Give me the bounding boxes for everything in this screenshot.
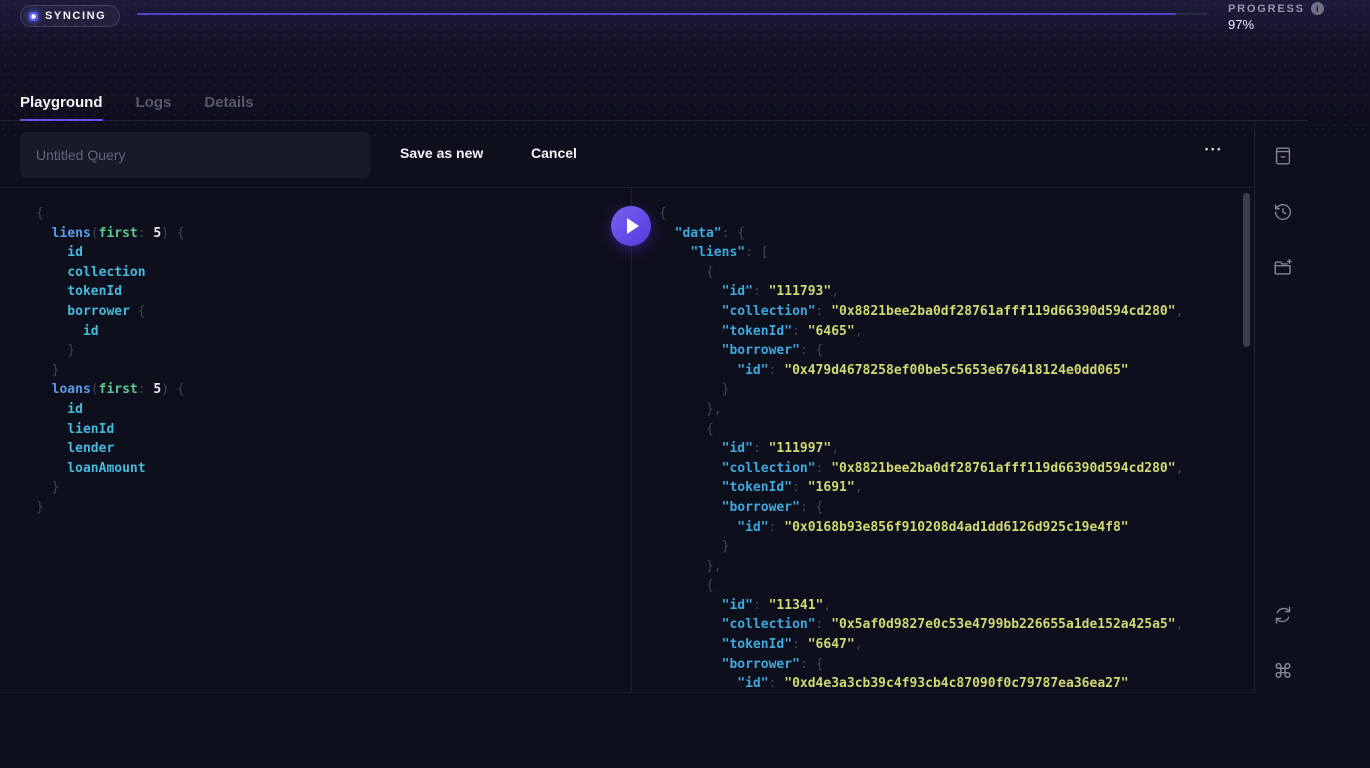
sync-status-dot-icon (29, 12, 38, 21)
code-line: "collection": "0x8821bee2ba0df28761afff1… (659, 302, 1183, 322)
play-icon (627, 218, 639, 234)
result-scrollbar[interactable] (1243, 193, 1250, 347)
progress-indicator: PROGRESS i 97% (1228, 2, 1324, 32)
query-name-input[interactable] (20, 132, 370, 178)
sync-progress-bar (137, 13, 1208, 15)
query-history-icon[interactable] (1271, 200, 1295, 224)
playground-screen: SYNCING PROGRESS i 97% Playground Logs D… (0, 0, 1370, 768)
code-line: "borrower": { (659, 498, 1183, 518)
code-line: }, (659, 400, 1183, 420)
code-line: id (36, 243, 185, 263)
code-line: "liens": [ (659, 243, 1183, 263)
code-line: "id": "0x479d4678258ef00be5c5653e6764181… (659, 361, 1183, 381)
playground-content: { liens(first: 5) { id collection tokenI… (0, 188, 1255, 693)
side-icon-rail: ⌘ (1255, 122, 1370, 693)
code-line: "tokenId": "6465", (659, 322, 1183, 342)
tab-playground[interactable]: Playground (20, 94, 103, 121)
code-line: "borrower": { (659, 341, 1183, 361)
code-line: { (659, 263, 1183, 283)
result-viewer-code[interactable]: { "data": { "liens": [ { "id": "111793",… (659, 204, 1183, 694)
code-line: "tokenId": "6647", (659, 635, 1183, 655)
code-line: id (36, 322, 185, 342)
keyboard-shortcuts-icon[interactable]: ⌘ (1271, 659, 1295, 683)
code-line: liens(first: 5) { (36, 224, 185, 244)
code-line: tokenId (36, 282, 185, 302)
code-line: } (659, 537, 1183, 557)
code-line: id (36, 400, 185, 420)
progress-value: 97% (1228, 17, 1324, 32)
code-line: lender (36, 439, 185, 459)
code-line: { (36, 204, 185, 224)
code-line: "id": "111793", (659, 282, 1183, 302)
code-line: } (36, 361, 185, 381)
refresh-icon[interactable] (1271, 603, 1295, 627)
info-icon[interactable]: i (1311, 2, 1324, 15)
code-line: "collection": "0x5af0d9827e0c53e4799bb22… (659, 615, 1183, 635)
code-line: "borrower": { (659, 655, 1183, 675)
code-line: { (659, 204, 1183, 224)
save-as-new-button[interactable]: Save as new (400, 145, 483, 161)
code-line: "collection": "0x8821bee2ba0df28761afff1… (659, 459, 1183, 479)
progress-label: PROGRESS (1228, 3, 1305, 15)
code-line: "id": "111997", (659, 439, 1183, 459)
code-line: borrower { (36, 302, 185, 322)
more-options-icon[interactable]: ••• (1205, 144, 1223, 154)
tab-bar: Playground Logs Details (0, 94, 1308, 121)
tab-logs[interactable]: Logs (136, 94, 172, 120)
code-line: } (36, 478, 185, 498)
code-line: }, (659, 557, 1183, 577)
pane-divider (631, 188, 632, 692)
run-query-button[interactable] (611, 206, 651, 246)
code-line: } (36, 341, 185, 361)
code-line: collection (36, 263, 185, 283)
sync-progress-fill (137, 13, 1176, 15)
sync-status-label: SYNCING (45, 10, 106, 22)
code-line: "id": "0x0168b93e856f910208d4ad1dd6126d9… (659, 518, 1183, 538)
code-line: } (659, 380, 1183, 400)
code-line: } (36, 498, 185, 518)
cancel-button[interactable]: Cancel (531, 145, 577, 161)
code-line: "tokenId": "1691", (659, 478, 1183, 498)
code-line: loans(first: 5) { (36, 380, 185, 400)
code-line: "data": { (659, 224, 1183, 244)
code-line: "id": "11341", (659, 596, 1183, 616)
new-folder-icon[interactable] (1271, 256, 1295, 280)
query-editor-code[interactable]: { liens(first: 5) { id collection tokenI… (36, 204, 185, 518)
code-line: { (659, 576, 1183, 596)
saved-queries-icon[interactable] (1271, 144, 1295, 168)
code-line: { (659, 420, 1183, 440)
code-line: loanAmount (36, 459, 185, 479)
sync-status-badge: SYNCING (20, 5, 120, 27)
tab-details[interactable]: Details (204, 94, 253, 120)
code-line: "id": "0xd4e3a3cb39c4f93cb4c87090f0c7978… (659, 674, 1183, 694)
query-toolbar: Save as new Cancel ••• (0, 122, 1255, 188)
code-line: lienId (36, 420, 185, 440)
